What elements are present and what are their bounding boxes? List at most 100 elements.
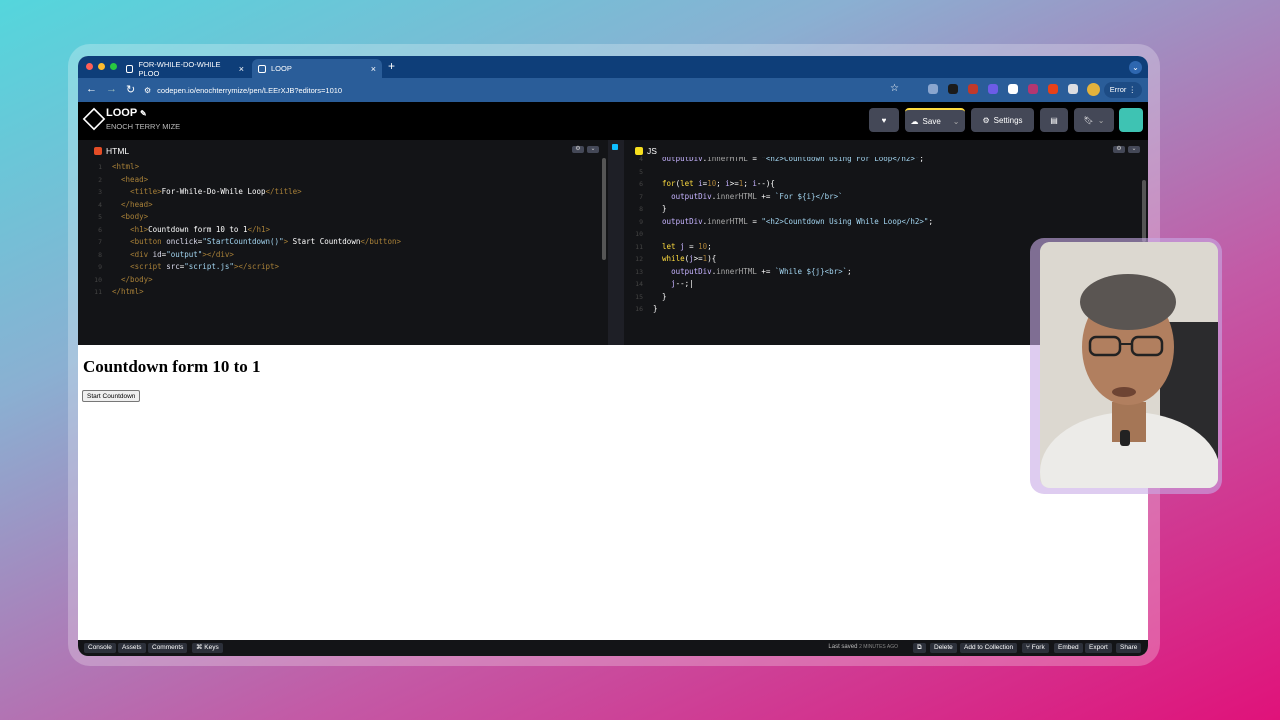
tab-label: FOR-WHILE-DO-WHILE PLOO (138, 59, 221, 78)
user-avatar[interactable] (1119, 108, 1143, 132)
line-number: 1 (98, 163, 102, 171)
keys-button[interactable]: ⌘ Keys (192, 643, 223, 653)
line-number: 11 (635, 242, 643, 251)
line-number: 9 (98, 263, 102, 271)
reload-icon[interactable]: ↻ (126, 83, 135, 96)
extension-camera-icon[interactable] (928, 84, 938, 94)
window-controls[interactable] (86, 63, 117, 70)
back-arrow-icon[interactable]: ← (86, 83, 97, 95)
line-number: 6 (639, 180, 643, 188)
comments-button[interactable]: Comments (148, 643, 188, 653)
chevron-down-icon[interactable]: ⌄ (953, 117, 960, 126)
pen-title[interactable]: LOOP ✎ (106, 107, 147, 119)
save-button[interactable]: ☁ Save ⌄ (905, 108, 965, 132)
html-scrollbar[interactable] (602, 158, 606, 260)
html-collapse-icon[interactable]: ⌄ (587, 146, 599, 153)
html-settings-icon[interactable]: ⚙ (572, 146, 584, 153)
close-tab-icon[interactable]: × (371, 64, 376, 74)
tab-for-while[interactable]: FOR-WHILE-DO-WHILE PLOO × (120, 59, 250, 78)
forward-arrow-icon[interactable]: → (106, 83, 117, 95)
preview-pane: Countdown form 10 to 1 Start Countdown (78, 345, 1148, 640)
extension-pink-icon[interactable] (1028, 84, 1038, 94)
chevron-down-icon[interactable]: ⌄ (1098, 116, 1105, 125)
js-settings-icon[interactable]: ⚙ (1113, 146, 1125, 153)
close-tab-icon[interactable]: × (239, 64, 244, 74)
js-scrollbar[interactable] (1142, 180, 1146, 242)
line-number: 14 (635, 280, 643, 288)
line-number: 2 (98, 175, 102, 184)
url-text: codepen.io/enochterrymize/pen/LEErXJB?ed… (157, 85, 343, 95)
extension-pen-icon[interactable] (948, 84, 958, 94)
fork-button[interactable]: ⑂ Fork (1022, 643, 1049, 653)
extension-square-icon[interactable] (1008, 84, 1018, 94)
profile-avatar[interactable] (1087, 83, 1100, 96)
pen-author[interactable]: ENOCH TERRY MIZE (106, 122, 180, 131)
codepen-logo-icon[interactable] (82, 107, 106, 131)
tab-loop[interactable]: LOOP × (252, 59, 382, 78)
line-number: 4 (98, 200, 102, 209)
js-pane-controls: ⚙ ⌄ (1113, 146, 1140, 153)
fork-icon: ⑂ (1026, 644, 1030, 651)
js-code[interactable]: outputDiv.innerHTML = "<h2>Countdown Usi… (653, 157, 933, 316)
editor-footer: Console Assets Comments ⌘ Keys Last save… (78, 640, 1148, 656)
minimize-window-button[interactable] (98, 63, 105, 70)
line-number: 9 (639, 217, 643, 226)
last-saved-prefix: Last saved (828, 644, 858, 650)
delete-button[interactable]: Delete (930, 643, 957, 653)
presenter-image (1040, 242, 1218, 488)
line-number: 4 (639, 155, 643, 163)
extension-red-icon[interactable] (1048, 84, 1058, 94)
settings-button[interactable]: ⚙ Settings (971, 108, 1034, 132)
line-number: 7 (98, 238, 102, 246)
js-pane-label: JS (647, 146, 657, 156)
new-tab-button[interactable]: + (388, 59, 395, 73)
fork-label: Fork (1031, 644, 1045, 651)
extension-purple-icon[interactable] (988, 84, 998, 94)
codepen-header: LOOP ✎ ENOCH TERRY MIZE ♥ ☁ Save ⌄ ⚙ Set… (78, 102, 1148, 140)
html-code[interactable]: <html> <head> <title>For-While-Do-While … (112, 161, 401, 299)
assets-button[interactable]: Assets (118, 643, 146, 653)
bookmark-button[interactable]: 🔖︎ ⌄ (1074, 108, 1114, 132)
layout-button[interactable]: ▤ (1040, 108, 1068, 132)
tab-search-button[interactable]: ⌄ (1129, 61, 1142, 74)
console-button[interactable]: Console (84, 643, 116, 653)
extension-record-icon[interactable] (968, 84, 978, 94)
gear-icon: ⚙ (982, 115, 990, 125)
tab-label: LOOP (271, 64, 292, 73)
line-number: 7 (639, 192, 643, 201)
heart-icon: ♥ (881, 115, 887, 125)
html-line-numbers: 1 2 3 4 5 6 7 8 9 10 11 (92, 161, 102, 299)
edit-pencil-icon[interactable]: ✎ (140, 109, 147, 118)
line-number: 16 (635, 305, 643, 313)
extensions-puzzle-icon[interactable] (1068, 84, 1078, 94)
start-countdown-button[interactable]: Start Countdown (82, 390, 141, 402)
embed-button[interactable]: Embed (1054, 643, 1083, 653)
share-button[interactable]: Share (1116, 643, 1142, 653)
line-number: 15 (635, 292, 643, 301)
line-number: 8 (639, 205, 643, 213)
html-pane-label: HTML (106, 146, 130, 156)
address-bar: ← → ↻ ⚙ codepen.io/enochterrymize/pen/LE… (78, 78, 1148, 102)
error-button[interactable]: Error ⋮ (1103, 82, 1142, 98)
js-line-numbers: 4 5 6 7 8 9 10 11 12 13 14 15 16 (633, 153, 643, 316)
save-label: Save (922, 116, 941, 126)
js-collapse-icon[interactable]: ⌄ (1128, 146, 1140, 153)
webcam-overlay (1040, 242, 1218, 488)
maximize-window-button[interactable] (110, 63, 117, 70)
extensions-bar (928, 84, 1078, 94)
html-pane-header: HTML (94, 144, 129, 158)
heart-button[interactable]: ♥ (869, 108, 899, 132)
external-link-icon[interactable]: ⧉ (913, 643, 926, 653)
bookmark-star-icon[interactable]: ☆ (890, 83, 899, 94)
layout-icon: ▤ (1050, 115, 1058, 125)
css-pane-collapsed[interactable] (608, 140, 624, 347)
site-info-icon[interactable]: ⚙ (144, 86, 151, 95)
html-icon (94, 147, 102, 155)
url-field[interactable]: ⚙ codepen.io/enochterrymize/pen/LEErXJB?… (144, 81, 904, 99)
close-window-button[interactable] (86, 63, 93, 70)
line-number: 12 (635, 255, 643, 263)
export-button[interactable]: Export (1085, 643, 1112, 653)
add-to-collection-button[interactable]: Add to Collection (960, 643, 1018, 653)
line-number: 5 (639, 167, 643, 176)
line-number: 3 (98, 188, 102, 196)
